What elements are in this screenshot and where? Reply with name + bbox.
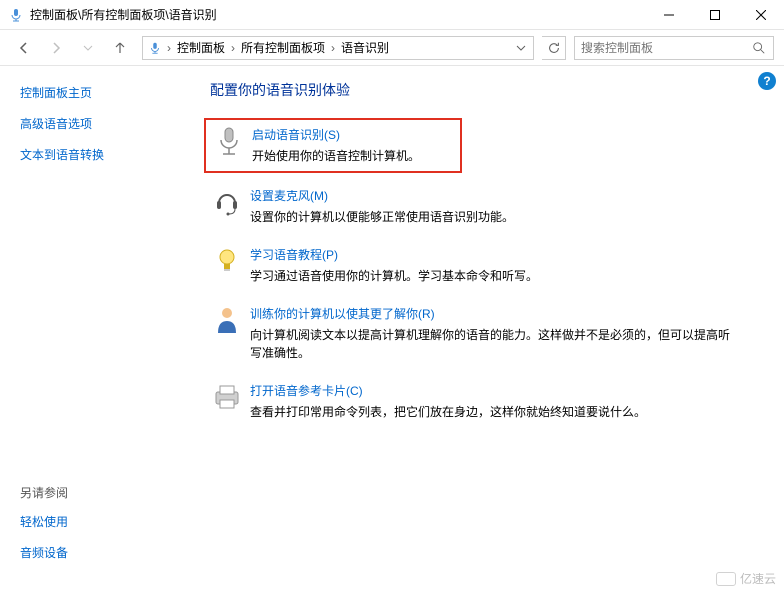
up-button[interactable]: [106, 34, 134, 62]
item-desc: 向计算机阅读文本以提高计算机理解你的语音的能力。这样做并不是必须的，但可以提高听…: [250, 326, 730, 362]
breadcrumb-item[interactable]: 语音识别: [337, 37, 393, 59]
titlebar: 控制面板\所有控制面板项\语音识别: [0, 0, 784, 30]
cloud-icon: [716, 572, 736, 586]
option-tutorial: 学习语音教程(P) 学习通过语音使用你的计算机。学习基本命令和听写。: [210, 246, 764, 285]
breadcrumb-item[interactable]: 控制面板: [173, 37, 229, 59]
item-desc: 开始使用你的语音控制计算机。: [252, 147, 420, 165]
breadcrumb-item[interactable]: 所有控制面板项: [237, 37, 329, 59]
item-desc: 查看并打印常用命令列表，把它们放在身边，这样你就始终知道要说什么。: [250, 403, 646, 421]
watermark: 亿速云: [716, 570, 776, 587]
search-box[interactable]: [574, 36, 774, 60]
control-panel-home-link[interactable]: 控制面板主页: [20, 84, 180, 101]
chevron-right-icon[interactable]: ›: [229, 41, 237, 55]
main-content: ? 配置你的语音识别体验 启动语音识别(S) 开始使用你的语音控制计算机。 设置…: [200, 66, 784, 593]
setup-mic-link[interactable]: 设置麦克风(M): [250, 189, 328, 203]
reference-card-link[interactable]: 打开语音参考卡片(C): [250, 384, 363, 398]
chevron-right-icon[interactable]: ›: [329, 41, 337, 55]
help-icon[interactable]: ?: [758, 72, 776, 90]
page-heading: 配置你的语音识别体验: [210, 80, 764, 100]
sidebar: 控制面板主页 高级语音选项 文本到语音转换 另请参阅 轻松使用 音频设备: [0, 66, 200, 593]
recent-locations-button[interactable]: [74, 34, 102, 62]
start-speech-link[interactable]: 启动语音识别(S): [252, 128, 340, 142]
maximize-button[interactable]: [692, 0, 738, 29]
address-bar[interactable]: › 控制面板 › 所有控制面板项 › 语音识别: [142, 36, 534, 60]
sidebar-link-audio-devices[interactable]: 音频设备: [20, 544, 180, 561]
tutorial-link[interactable]: 学习语音教程(P): [250, 248, 338, 262]
see-also-heading: 另请参阅: [20, 484, 180, 501]
navbar: › 控制面板 › 所有控制面板项 › 语音识别: [0, 30, 784, 66]
back-button[interactable]: [10, 34, 38, 62]
microphone-icon: [145, 41, 165, 55]
option-start-speech: 启动语音识别(S) 开始使用你的语音控制计算机。: [204, 118, 462, 173]
option-reference-card: 打开语音参考卡片(C) 查看并打印常用命令列表，把它们放在身边，这样你就始终知道…: [210, 382, 764, 421]
lightbulb-icon: [210, 246, 244, 280]
printer-icon: [210, 382, 244, 416]
option-train: 训练你的计算机以使其更了解你(R) 向计算机阅读文本以提高计算机理解你的语音的能…: [210, 305, 764, 362]
search-input[interactable]: [575, 41, 745, 55]
headset-icon: [210, 187, 244, 221]
watermark-text: 亿速云: [740, 570, 776, 587]
microphone-icon: [8, 7, 24, 23]
refresh-button[interactable]: [542, 36, 566, 60]
minimize-button[interactable]: [646, 0, 692, 29]
sidebar-link-ease-of-access[interactable]: 轻松使用: [20, 513, 180, 530]
person-icon: [210, 305, 244, 339]
option-setup-mic: 设置麦克风(M) 设置你的计算机以便能够正常使用语音识别功能。: [210, 187, 764, 226]
item-desc: 学习通过语音使用你的计算机。学习基本命令和听写。: [250, 267, 538, 285]
chevron-down-icon[interactable]: [511, 43, 531, 53]
window-title: 控制面板\所有控制面板项\语音识别: [30, 6, 646, 23]
search-icon[interactable]: [745, 41, 773, 55]
chevron-right-icon[interactable]: ›: [165, 41, 173, 55]
window-controls: [646, 0, 784, 29]
item-desc: 设置你的计算机以便能够正常使用语音识别功能。: [250, 208, 514, 226]
forward-button[interactable]: [42, 34, 70, 62]
sidebar-link-tts[interactable]: 文本到语音转换: [20, 146, 180, 163]
microphone-icon: [212, 126, 246, 160]
train-link[interactable]: 训练你的计算机以使其更了解你(R): [250, 307, 435, 321]
close-button[interactable]: [738, 0, 784, 29]
sidebar-link-advanced[interactable]: 高级语音选项: [20, 115, 180, 132]
